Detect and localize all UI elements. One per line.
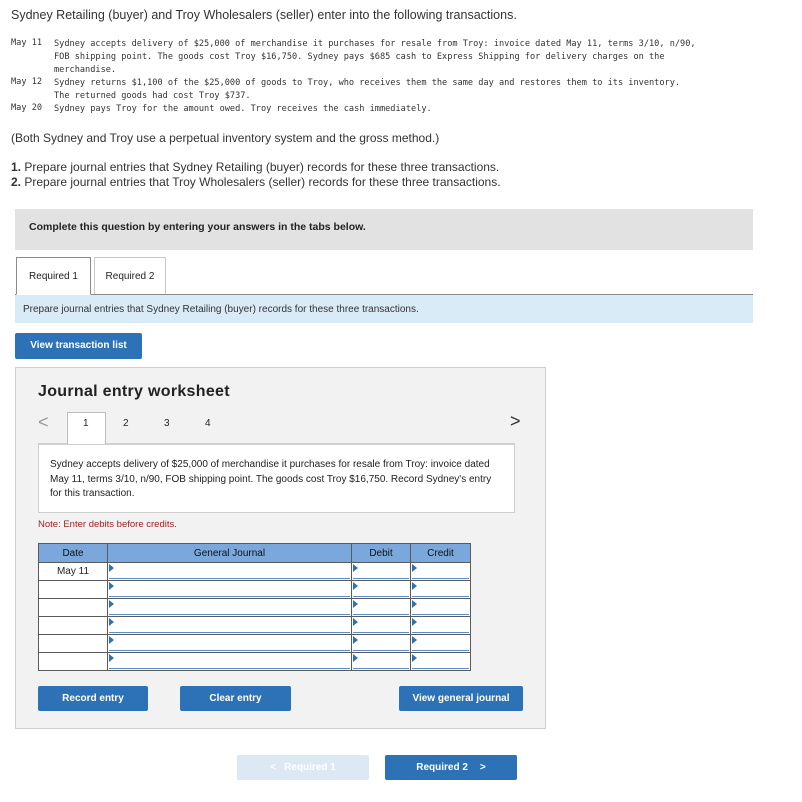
account-input[interactable] (107, 580, 352, 599)
banner-text: Complete this question by entering your … (29, 221, 366, 233)
page-3[interactable]: 3 (164, 418, 170, 429)
debit-input[interactable] (351, 652, 411, 671)
transaction-line: Sydney returns $1,100 of the $25,000 of … (54, 78, 681, 88)
next-required-label: Required 2 (416, 762, 468, 773)
problem-intro: Sydney Retailing (buyer) and Troy Wholes… (11, 8, 517, 22)
next-page-icon[interactable]: > (510, 411, 521, 432)
tab-instruction: Prepare journal entries that Sydney Reta… (15, 295, 753, 323)
credit-input[interactable] (410, 598, 471, 617)
requirement-item: 2. Prepare journal entries that Troy Who… (11, 175, 501, 190)
date-cell[interactable] (38, 634, 108, 653)
chevron-right-icon: > (479, 762, 486, 773)
requirement-number: 2. (11, 175, 22, 189)
table-row (38, 634, 471, 653)
general-journal-column-header: General Journal (107, 543, 352, 563)
account-input[interactable] (107, 562, 352, 581)
transaction-text: Sydney pays Troy for the amount owed. Tr… (54, 103, 794, 116)
requirement-item: 1. Prepare journal entries that Sydney R… (11, 160, 501, 175)
view-transaction-list-button[interactable]: View transaction list (15, 333, 142, 359)
next-required-button[interactable]: Required 2 > (385, 755, 517, 780)
credit-input[interactable] (410, 580, 471, 599)
transaction-line: The returned goods had cost Troy $737. (54, 91, 251, 101)
transaction-line: Sydney accepts delivery of $25,000 of me… (54, 39, 696, 49)
transaction-line: Sydney pays Troy for the amount owed. Tr… (54, 104, 432, 114)
table-row (38, 616, 471, 635)
account-input[interactable] (107, 616, 352, 635)
date-cell[interactable] (38, 652, 108, 671)
journal-table: Date General Journal Debit Credit May 11 (38, 543, 471, 671)
instruction-banner: Complete this question by entering your … (15, 209, 753, 250)
credit-input[interactable] (410, 634, 471, 653)
debit-input[interactable] (351, 580, 411, 599)
credit-input[interactable] (410, 562, 471, 581)
transaction-date: May 11 (11, 38, 43, 48)
account-input[interactable] (107, 652, 352, 671)
prev-required-button: < Required 1 (237, 755, 369, 780)
debit-credit-note: Note: Enter debits before credits. (38, 519, 177, 530)
transaction-description: Sydney accepts delivery of $25,000 of me… (38, 444, 515, 513)
transaction-description-text: Sydney accepts delivery of $25,000 of me… (50, 459, 492, 499)
debit-input[interactable] (351, 562, 411, 581)
view-general-journal-button[interactable]: View general journal (399, 686, 523, 711)
page-1[interactable]: 1 (83, 418, 89, 429)
table-row: May 11 (38, 562, 471, 581)
tab-instruction-text: Prepare journal entries that Sydney Reta… (23, 304, 419, 315)
prev-required-label: Required 1 (284, 762, 336, 773)
date-cell[interactable] (38, 616, 108, 635)
clear-entry-button[interactable]: Clear entry (180, 686, 291, 711)
tab-required-1[interactable]: Required 1 (16, 257, 91, 295)
transaction-text: Sydney accepts delivery of $25,000 of me… (54, 38, 794, 77)
credit-input[interactable] (410, 616, 471, 635)
transaction-date: May 12 (11, 77, 43, 87)
journal-header-row: Date General Journal Debit Credit (38, 543, 471, 563)
requirement-number: 1. (11, 160, 22, 174)
table-row (38, 652, 471, 671)
requirement-text: Prepare journal entries that Sydney Reta… (24, 160, 500, 174)
date-cell[interactable]: May 11 (38, 562, 108, 581)
debit-input[interactable] (351, 634, 411, 653)
table-row (38, 580, 471, 599)
account-input[interactable] (107, 598, 352, 617)
record-entry-button[interactable]: Record entry (38, 686, 148, 711)
date-cell[interactable] (38, 598, 108, 617)
transaction-line: merchandise. (54, 65, 117, 75)
system-note: (Both Sydney and Troy use a perpetual in… (11, 131, 440, 145)
page-2[interactable]: 2 (123, 418, 129, 429)
chevron-left-icon: < (270, 762, 277, 773)
credit-column-header: Credit (410, 543, 471, 563)
date-cell[interactable] (38, 580, 108, 599)
transaction-date: May 20 (11, 103, 43, 113)
debit-input[interactable] (351, 598, 411, 617)
tab-required-2[interactable]: Required 2 (94, 257, 166, 294)
debit-column-header: Debit (351, 543, 411, 563)
debit-input[interactable] (351, 616, 411, 635)
account-input[interactable] (107, 634, 352, 653)
page-4[interactable]: 4 (205, 418, 211, 429)
transaction-text: Sydney returns $1,100 of the $25,000 of … (54, 77, 794, 103)
transaction-list: May 11 Sydney accepts delivery of $25,00… (0, 38, 802, 118)
worksheet-title: Journal entry worksheet (38, 383, 230, 400)
prev-page-icon[interactable]: < (38, 412, 49, 433)
table-row (38, 598, 471, 617)
credit-input[interactable] (410, 652, 471, 671)
requirements-list: 1. Prepare journal entries that Sydney R… (11, 160, 501, 190)
transaction-line: FOB shipping point. The goods cost Troy … (54, 52, 665, 62)
date-column-header: Date (38, 543, 108, 563)
requirement-text: Prepare journal entries that Troy Wholes… (24, 175, 501, 189)
